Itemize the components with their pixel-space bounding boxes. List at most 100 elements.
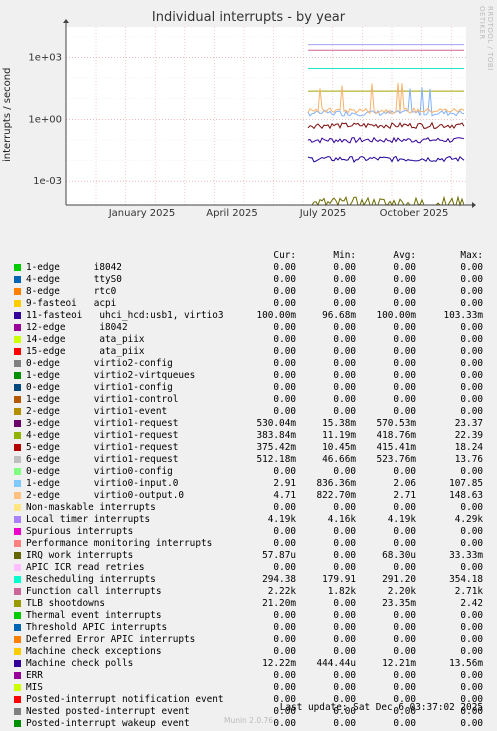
legend-label: 14-edge ata_piix — [26, 334, 145, 345]
legend-row: 12-edge i8042 0.00 0.00 0.00 0.00 — [0, 322, 497, 334]
legend-label: 0-edge virtio0-config — [26, 466, 173, 477]
legend-row: 15-edge ata_piix 0.00 0.00 0.00 0.00 — [0, 346, 497, 358]
legend-row: Function call interrupts 2.22k 1.82k 2.20k 2… — [0, 586, 497, 598]
legend-swatch — [14, 648, 21, 655]
legend-max: 22.39 — [454, 430, 483, 441]
legend-max: 0.00 — [460, 622, 483, 633]
legend-label: Machine check polls — [26, 658, 134, 669]
legend-label: 1-edge virtio1-control — [26, 394, 179, 405]
legend-swatch — [14, 324, 21, 331]
legend-row: 5-edge virtio1-request 375.42m 10.45m 415.4… — [0, 442, 497, 454]
legend-label: 4-edge ttyS0 — [26, 274, 122, 285]
legend-label: 2-edge virtio1-event — [26, 406, 168, 417]
legend-max: 2.71k — [454, 586, 483, 597]
legend-row: 4-edge ttyS0 0.00 0.00 0.00 0.00 — [0, 274, 497, 286]
legend-max: 33.33m — [449, 550, 483, 561]
plot-background — [66, 27, 466, 205]
legend-max: 103.33m — [443, 310, 483, 321]
legend-max: 107.85 — [449, 478, 483, 489]
legend-swatch — [14, 600, 21, 607]
legend-swatch — [14, 300, 21, 307]
legend-swatch — [14, 420, 21, 427]
legend-label: 8-edge rtc0 — [26, 286, 117, 297]
legend-row: 14-edge ata_piix 0.00 0.00 0.00 0.00 — [0, 334, 497, 346]
legend-label: IRQ work interrupts — [26, 550, 134, 561]
legend-table: 1-edge i8042 0.00 0.00 0.00 0.00 4-edge ttyS0… — [0, 250, 497, 730]
legend-row: 0-edge virtio1-config 0.00 0.00 0.00 0.00 — [0, 382, 497, 394]
legend-max: 2.42 — [460, 598, 483, 609]
legend-swatch — [14, 552, 21, 559]
x-tick-label: July 2025 — [299, 208, 347, 219]
legend-row: Performance monitoring interrupts 0.00 0.0… — [0, 538, 497, 550]
legend-row: 9-fasteoi acpi 0.00 0.00 0.00 0.00 — [0, 298, 497, 310]
y-tick-label: 1e+03 — [28, 52, 62, 63]
y-tick-label: 1e-03 — [33, 176, 62, 187]
legend-max: 0.00 — [460, 298, 483, 309]
legend-label: 1-edge virtio0-input.0 — [26, 478, 179, 489]
legend-row: 1-edge virtio1-control 0.00 0.00 0.00 0.00 — [0, 394, 497, 406]
legend-max: 0.00 — [460, 646, 483, 657]
legend-swatch — [14, 444, 21, 451]
legend-max: 0.00 — [460, 634, 483, 645]
legend-label: 0-edge virtio1-config — [26, 382, 173, 393]
legend-max: 0.00 — [460, 538, 483, 549]
legend-max: 0.00 — [460, 334, 483, 345]
legend-label: 11-fasteoi uhci_hcd:usb1, virtio3 — [26, 310, 224, 321]
legend-max: 0.00 — [460, 502, 483, 513]
legend-label: Spurious interrupts — [26, 526, 134, 537]
legend-row: Local timer interrupts 4.19k 4.16k 4.19k 4.2… — [0, 514, 497, 526]
legend-label: APIC ICR read retries — [26, 562, 145, 573]
legend-max: 0.00 — [460, 394, 483, 405]
legend-max: 23.37 — [454, 418, 483, 429]
legend-max: 13.76 — [454, 454, 483, 465]
legend-label: 2-edge virtio0-output.0 — [26, 490, 185, 501]
legend-label: Rescheduling interrupts — [26, 574, 156, 585]
legend-swatch — [14, 492, 21, 499]
legend-max: 18.24 — [454, 442, 483, 453]
legend-swatch — [14, 504, 21, 511]
legend-swatch — [14, 660, 21, 667]
legend-row: 0-edge virtio0-config 0.00 0.00 0.00 0.00 — [0, 466, 497, 478]
legend-swatch — [14, 624, 21, 631]
legend-max: 0.00 — [460, 274, 483, 285]
legend-max: 0.00 — [460, 358, 483, 369]
legend-label: Performance monitoring interrupts — [26, 538, 213, 549]
legend-swatch — [14, 432, 21, 439]
legend-max: 0.00 — [460, 286, 483, 297]
munin-graph: Individual interrupts - by year RRDTOOL … — [0, 0, 497, 731]
legend-row: Deferred Error APIC interrupts 0.00 0.00 0.… — [0, 634, 497, 646]
legend-row: Non-maskable interrupts 0.00 0.00 0.00 0.00 — [0, 502, 497, 514]
legend-swatch — [14, 516, 21, 523]
legend-max: 0.00 — [460, 406, 483, 417]
legend-row: TLB shootdowns 21.20m 0.00 23.35m 2.42 — [0, 598, 497, 610]
legend-max: 0.00 — [460, 682, 483, 693]
legend-max: 354.18 — [449, 574, 483, 585]
legend-max: 4.29k — [454, 514, 483, 525]
legend-label: 12-edge i8042 — [26, 322, 128, 333]
y-tick-label: 1e+00 — [28, 114, 62, 125]
legend-swatch — [14, 360, 21, 367]
legend-row: 11-fasteoi uhci_hcd:usb1, virtio3 100.00m… — [0, 310, 497, 322]
legend-swatch — [14, 540, 21, 547]
legend-swatch — [14, 468, 21, 475]
legend-swatch — [14, 564, 21, 571]
legend-label: Local timer interrupts — [26, 514, 151, 525]
legend-label: 6-edge virtio1-request — [26, 454, 179, 465]
legend-label: Non-maskable interrupts — [26, 502, 156, 513]
legend-max: 13.56m — [449, 658, 483, 669]
legend-row: 0-edge virtio2-config 0.00 0.00 0.00 0.00 — [0, 358, 497, 370]
legend-label: 3-edge virtio1-request — [26, 418, 179, 429]
x-axis-arrow — [472, 202, 476, 208]
legend-row: Machine check exceptions 0.00 0.00 0.00 0.00 — [0, 646, 497, 658]
legend-swatch — [14, 384, 21, 391]
legend-label: MIS — [26, 682, 43, 693]
legend-swatch — [14, 312, 21, 319]
legend-label: Machine check exceptions — [26, 646, 162, 657]
legend-row: APIC ICR read retries 0.00 0.00 0.00 0.00 — [0, 562, 497, 574]
legend-label: Thermal event interrupts — [26, 610, 162, 621]
legend-max: 0.00 — [460, 466, 483, 477]
legend-swatch — [14, 672, 21, 679]
legend-swatch — [14, 348, 21, 355]
legend-row: 8-edge rtc0 0.00 0.00 0.00 0.00 — [0, 286, 497, 298]
legend-swatch — [14, 576, 21, 583]
